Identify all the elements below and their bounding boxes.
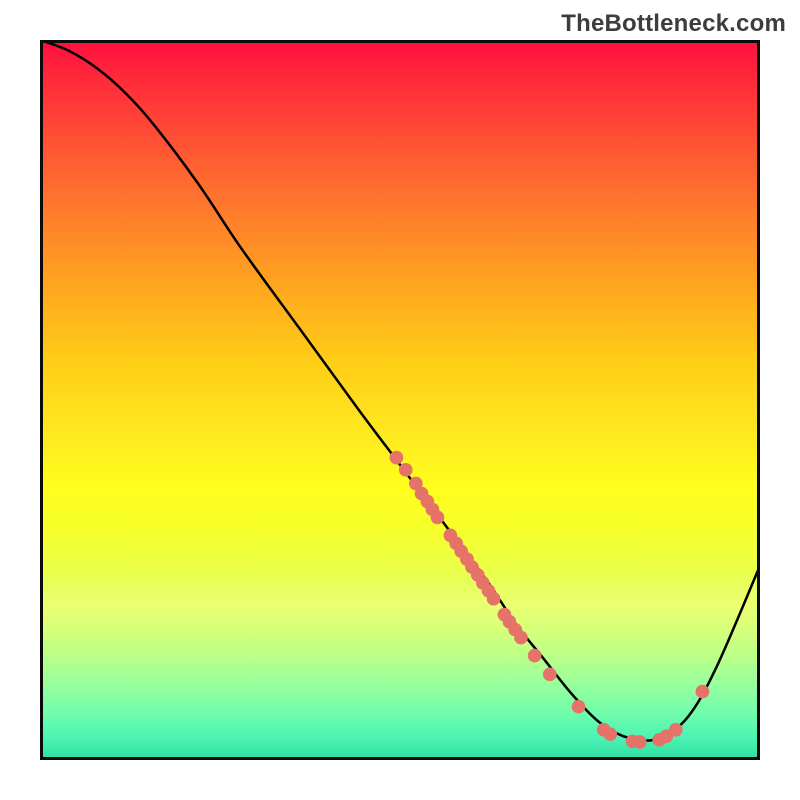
scatter-point [669, 723, 683, 737]
scatter-points [390, 451, 710, 749]
scatter-point [431, 511, 445, 525]
scatter-point [543, 667, 557, 681]
scatter-point [399, 463, 413, 477]
scatter-point [572, 700, 586, 714]
plot-area [40, 40, 760, 760]
chart-stage: TheBottleneck.com [0, 0, 800, 800]
scatter-point [514, 631, 528, 645]
watermark-label: TheBottleneck.com [561, 10, 786, 38]
bottleneck-curve [40, 40, 760, 741]
scatter-point [528, 649, 542, 663]
chart-svg [40, 40, 760, 760]
scatter-point [603, 727, 617, 741]
scatter-point [487, 592, 501, 606]
scatter-point [696, 685, 710, 699]
scatter-point [390, 451, 404, 465]
scatter-point [633, 735, 647, 749]
